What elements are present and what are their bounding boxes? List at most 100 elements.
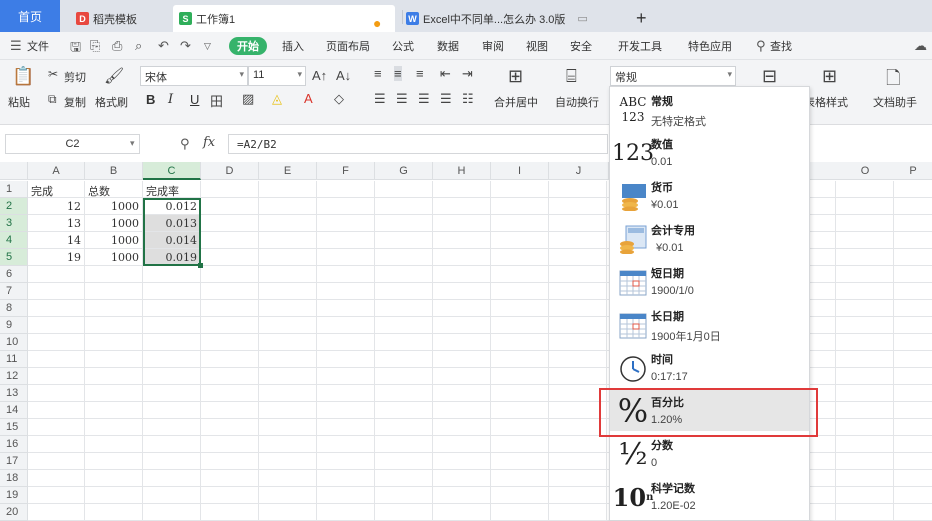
merge-center-button[interactable]: 合并居中 — [494, 94, 538, 110]
more-chevron-icon[interactable]: ▽ — [204, 41, 211, 52]
fill-handle[interactable] — [198, 263, 203, 268]
bold-button[interactable]: B — [146, 92, 155, 107]
cloud-icon[interactable]: ☁ — [914, 38, 927, 54]
tab-workbook1[interactable]: S 工作簿1 ● — [173, 5, 395, 32]
decrease-font-icon[interactable]: A↓ — [336, 68, 351, 83]
chevron-down-icon[interactable]: ▾ — [130, 138, 135, 149]
format-option-accounting[interactable]: 会计专用 ¥0.01 — [610, 216, 809, 259]
cell-b3[interactable]: 1000 — [85, 215, 143, 232]
row-header-10[interactable]: 10 — [0, 334, 28, 351]
cell-b1[interactable]: 总数 — [85, 181, 143, 198]
col-header-d[interactable]: D — [201, 162, 259, 180]
menu-page-layout[interactable]: 页面布局 — [326, 38, 370, 54]
row-header-13[interactable]: 13 — [0, 385, 28, 402]
menu-view[interactable]: 视图 — [526, 38, 548, 54]
col-header-e[interactable]: E — [259, 162, 317, 180]
row-header-4[interactable]: 4 — [0, 232, 28, 249]
align-center-icon[interactable]: ☰ — [396, 91, 408, 107]
border-icon[interactable]: 田 — [210, 91, 223, 110]
format-painter-button[interactable]: 格式刷 — [95, 94, 128, 110]
row-header-5[interactable]: 5 — [0, 249, 28, 266]
format-option-number[interactable]: 123 数值 0.01 — [610, 130, 809, 173]
paste-button[interactable]: 粘贴 — [8, 94, 30, 110]
paste-icon[interactable]: 📋 — [12, 66, 34, 87]
col-header-h[interactable]: H — [433, 162, 491, 180]
cell-b2[interactable]: 1000 — [85, 198, 143, 215]
format-option-long-date[interactable]: 长日期 1900年1月0日 — [610, 302, 809, 345]
row-header-6[interactable]: 6 — [0, 266, 28, 283]
col-header-b[interactable]: B — [85, 162, 143, 180]
cell-a2[interactable]: 12 — [28, 198, 85, 215]
row-header-17[interactable]: 17 — [0, 453, 28, 470]
save-icon[interactable]: 🖫 — [70, 38, 81, 60]
row-header-16[interactable]: 16 — [0, 436, 28, 453]
copy-button[interactable]: 复制 — [64, 94, 86, 110]
increase-font-icon[interactable]: A↑ — [312, 68, 327, 83]
row-header-2[interactable]: 2 — [0, 198, 28, 215]
row-header-19[interactable]: 19 — [0, 487, 28, 504]
format-option-time[interactable]: 时间 0:17:17 — [610, 345, 809, 388]
col-header-p[interactable]: P — [894, 162, 932, 180]
search-icon[interactable]: ⚲ — [756, 38, 766, 54]
clear-format-icon[interactable]: ◇ — [334, 91, 344, 107]
cell-c1[interactable]: 完成率 — [143, 181, 201, 198]
cell-a3[interactable]: 13 — [28, 215, 85, 232]
doc-helper-icon[interactable]: 🗋 — [886, 66, 900, 96]
format-option-fraction[interactable]: ½ 分数 0 — [610, 431, 809, 474]
col-header-c[interactable]: C — [143, 162, 201, 180]
format-option-currency[interactable]: 货币 ¥0.01 — [610, 173, 809, 216]
align-right-icon[interactable]: ☰ — [418, 91, 430, 107]
tab-home[interactable]: 首页 — [0, 0, 60, 32]
redo-icon[interactable]: ↷ — [180, 38, 191, 54]
row-header-12[interactable]: 12 — [0, 368, 28, 385]
italic-button[interactable]: I — [168, 92, 173, 107]
menu-insert[interactable]: 插入 — [282, 38, 304, 54]
wrap-text-icon[interactable]: ⌸ — [566, 66, 577, 87]
merge-center-icon[interactable]: ⊞ — [508, 66, 523, 87]
cut-button[interactable]: 剪切 — [64, 69, 86, 85]
cell-a5[interactable]: 19 — [28, 249, 85, 266]
font-size-select[interactable]: 11 ▾ — [248, 66, 306, 86]
menu-review[interactable]: 审阅 — [482, 38, 504, 54]
align-top-icon[interactable]: ≡ — [374, 66, 382, 81]
col-header-j[interactable]: J — [549, 162, 609, 180]
row-header-8[interactable]: 8 — [0, 300, 28, 317]
cell-b4[interactable]: 1000 — [85, 232, 143, 249]
menu-file[interactable]: 文件 — [27, 38, 49, 54]
cell-c3[interactable]: 0.013 — [143, 215, 201, 232]
cell-c4[interactable]: 0.014 — [143, 232, 201, 249]
row-header-9[interactable]: 9 — [0, 317, 28, 334]
export-icon[interactable]: ⎘ — [90, 38, 100, 54]
format-option-scientific[interactable]: 10 n 科学记数 1.20E-02 — [610, 474, 809, 517]
scissors-icon[interactable]: ✂ — [48, 67, 58, 81]
row-header-1[interactable]: 1 — [0, 181, 28, 198]
cell-b5[interactable]: 1000 — [85, 249, 143, 266]
new-tab-button[interactable]: + — [636, 5, 650, 32]
fill-color-icon[interactable]: ◬ — [272, 91, 282, 107]
doc-helper-button[interactable]: 文档助手 — [873, 94, 917, 110]
row-header-7[interactable]: 7 — [0, 283, 28, 300]
format-option-short-date[interactable]: 短日期 1900/1/0 — [610, 259, 809, 302]
align-bottom-icon[interactable]: ≡ — [416, 66, 424, 81]
indent-increase-icon[interactable]: ⇥ — [462, 66, 473, 82]
cell-a4[interactable]: 14 — [28, 232, 85, 249]
menu-data[interactable]: 数据 — [437, 38, 459, 54]
row-header-14[interactable]: 14 — [0, 402, 28, 419]
cell-c2[interactable]: 0.012 — [143, 198, 201, 215]
tab-docer-templates[interactable]: D 稻壳模板 — [70, 5, 170, 32]
row-header-11[interactable]: 11 — [0, 351, 28, 368]
menu-security[interactable]: 安全 — [570, 38, 592, 54]
zoom-icon[interactable]: ⚲ — [180, 136, 190, 152]
col-header-o[interactable]: O — [836, 162, 894, 180]
distributed-icon[interactable]: ☷ — [462, 91, 474, 107]
fill-pattern-icon[interactable]: ▨ — [242, 91, 254, 107]
col-header-f[interactable]: F — [317, 162, 375, 180]
format-option-general[interactable]: ABC 123 常规 无特定格式 — [610, 87, 809, 130]
cell-a1[interactable]: 完成 — [28, 181, 85, 198]
tab-excel-doc[interactable]: W Excel中不同单...怎么办 3.0版 ▭ — [402, 5, 602, 32]
menu-start[interactable]: 开始 — [229, 37, 267, 55]
wrap-text-button[interactable]: 自动换行 — [555, 94, 599, 110]
underline-button[interactable]: U — [190, 92, 199, 107]
name-box[interactable]: C2 — [5, 134, 140, 154]
print-preview-icon[interactable]: ⌕ — [135, 38, 142, 54]
